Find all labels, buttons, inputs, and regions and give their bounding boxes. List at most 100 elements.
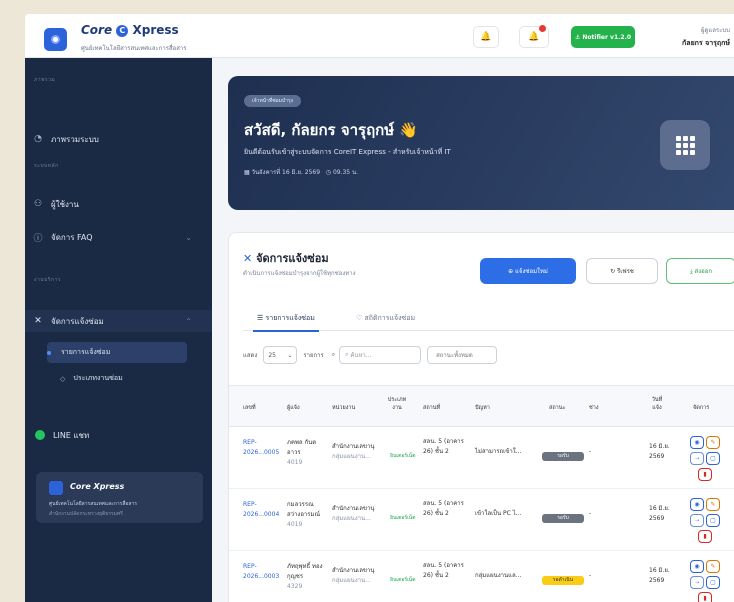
row-dept: สำนักงานเลขานุ กลุ่มแผนงาน...	[332, 505, 375, 522]
row-actions: ◉ ✎ ⇢ ▢ ▮	[689, 558, 721, 602]
tools-icon: ✕	[34, 316, 42, 326]
view-icon[interactable]: ◉	[690, 436, 704, 449]
apps-grid-icon[interactable]	[660, 120, 710, 170]
new-repair-button[interactable]: ⊕ แจ้งซ่อมใหม่	[480, 258, 576, 284]
assign-icon[interactable]: ⇢	[690, 514, 704, 527]
card-subtitle: ดำเนินการแจ้งซ่อมบำรุงจากผู้ใช้ทุกช่องทา…	[243, 270, 356, 277]
table-row[interactable]: REP-2026...0005 ภคพล กันต อาวร 4019 สำนัก…	[229, 427, 734, 489]
notification-bell-icon[interactable]: 🔔	[473, 26, 499, 48]
notifier-button[interactable]: ⚓ Notifier v1.2.0	[571, 26, 635, 48]
search-input[interactable]: ⌕ ค้นหา...	[339, 346, 422, 364]
user-name[interactable]: กัลยกร จารุฤกษ์	[682, 38, 730, 49]
sidebar-item-overview[interactable]: ◔ ภาพรวมระบบ	[25, 128, 212, 150]
table-row[interactable]: REP-2026...0003 ภัทฤพุทธิ์ ทอง กุญชร 4329…	[229, 551, 734, 602]
row-problem: กลุ่มแผนงานแล...	[475, 572, 522, 579]
row-location: สลน. 5 (อาคาร 26) ชั้น 2	[423, 438, 464, 455]
edit-icon[interactable]: ✎	[706, 560, 720, 573]
brand-subtitle: ศูนย์เทคโนโลยีสารสนเทศและการสื่อสาร	[81, 45, 187, 52]
status-filter-select[interactable]: สถานะทั้งหมด	[427, 346, 498, 364]
row-dept: สำนักงานเลขานุ กลุ่มแผนงาน...	[332, 443, 375, 460]
chevron-up-icon: ⌃	[185, 316, 192, 326]
wave-icon: 👋	[399, 121, 419, 139]
row-date: 16 มิ.ย. 2569	[649, 505, 670, 522]
sidebar-subitem-repair-list[interactable]: รายการแจ้งซ่อม	[47, 342, 187, 363]
brand-name: Core C Xpress	[81, 23, 179, 37]
row-actions: ◉ ✎ ⇢ ▢ ▮	[689, 434, 721, 482]
show-label: แสดง	[243, 352, 258, 359]
tag-icon: ◇	[60, 374, 66, 383]
assign-icon[interactable]: ⇢	[690, 452, 704, 465]
print-icon[interactable]: ▢	[706, 576, 720, 589]
col-date[interactable]: วันที่ แจ้ง	[649, 396, 665, 412]
row-date: 16 มิ.ย. 2569	[649, 567, 670, 584]
row-actions: ◉ ✎ ⇢ ▢ ▮	[689, 496, 721, 544]
tools-icon: ✕	[243, 252, 253, 265]
question-icon: ⓘ	[33, 233, 43, 244]
refresh-button[interactable]: ↻ รีเฟรช	[586, 258, 658, 284]
export-button[interactable]: ⤓ ส่งออก	[666, 258, 734, 284]
table-row[interactable]: REP-2026...0004 กมลวรรณ สว่างอารมณ์ 4019 …	[229, 489, 734, 551]
table-header: เลขที่ ผู้แจ้ง หน่วยงาน ประเภท งาน สถานท…	[229, 385, 734, 427]
col-location[interactable]: สถานที่	[423, 404, 440, 412]
sidebar-item-users[interactable]: ⚇ ผู้ใช้งาน	[25, 193, 212, 215]
card-tabs: ☰ รายการแจ้งซ่อม ♡ สถิติการแจ้งซ่อม	[243, 307, 734, 332]
sidebar-item-faq[interactable]: ⓘ จัดการ FAQ ⌄	[25, 226, 212, 248]
app-logo-icon[interactable]	[44, 28, 67, 51]
edit-icon[interactable]: ✎	[706, 436, 720, 449]
search-icon: ⌕	[331, 351, 336, 358]
users-icon: ⚇	[33, 199, 43, 209]
col-problem[interactable]: ปัญหา	[475, 404, 490, 412]
row-id[interactable]: REP-2026...0005	[243, 438, 279, 458]
user-role: ผู้ดูแลระบบ	[700, 27, 730, 34]
sidebar-section-service: งานบริการ	[34, 277, 62, 283]
row-problem: ไม่สามารถเข้าใ...	[475, 448, 522, 455]
view-icon[interactable]: ◉	[690, 498, 704, 511]
delete-icon[interactable]: ▮	[698, 592, 712, 602]
col-type[interactable]: ประเภท งาน	[385, 396, 409, 412]
print-icon[interactable]: ▢	[706, 452, 720, 465]
col-id[interactable]: เลขที่	[243, 404, 256, 412]
col-dept[interactable]: หน่วยงาน	[332, 404, 355, 412]
view-icon[interactable]: ◉	[690, 560, 704, 573]
row-reporter: ภัทฤพุทธิ์ ทอง กุญชร 4329	[287, 563, 323, 590]
chevron-down-icon: ⌄	[185, 232, 192, 242]
page-size-select[interactable]: 25 ⌄	[263, 346, 298, 364]
status-badge: รอรับ	[542, 514, 584, 523]
status-badge: รอดำเนิน	[542, 576, 584, 585]
row-id[interactable]: REP-2026...0004	[243, 500, 279, 520]
row-location: สลน. 5 (อาคาร 26) ชั้น 2	[423, 562, 464, 579]
edit-icon[interactable]: ✎	[706, 498, 720, 511]
sidebar-section-overview: ภาพรวม	[34, 77, 56, 83]
sidebar-subitem-repair-types[interactable]: ◇ ประเภทงานซ่อม	[60, 368, 200, 389]
status-badge: รอรับ	[542, 452, 584, 461]
tab-repair-list[interactable]: ☰ รายการแจ้งซ่อม	[253, 313, 319, 332]
row-tech: -	[589, 510, 592, 517]
tab-repair-stats[interactable]: ♡ สถิติการแจ้งซ่อม	[356, 313, 415, 324]
top-bar: Core C Xpress ศูนย์เทคโนโลยีสารสนเทศและก…	[25, 14, 734, 58]
print-icon[interactable]: ▢	[706, 514, 720, 527]
col-status[interactable]: สถานะ	[549, 404, 566, 412]
sidebar-item-repair[interactable]: ✕ จัดการแจ้งซ่อม ⌃	[25, 310, 212, 332]
row-problem: เข้าใลเป็น PC ไ...	[475, 510, 522, 517]
row-type: อินเตอร์เน็ต	[390, 453, 416, 459]
delete-icon[interactable]: ▮	[698, 468, 712, 481]
alerts-bell-icon[interactable]: 🔔	[519, 25, 549, 48]
card-title: ✕ จัดการแจ้งซ่อม	[243, 252, 329, 265]
sidebar-promo-card: Core Xpress ศูนย์เทคโนโลยีสารสนเทศและการ…	[36, 472, 203, 523]
sidebar-item-line-chat[interactable]: LINE แชท	[25, 424, 212, 446]
repair-management-card: ✕ จัดการแจ้งซ่อม ดำเนินการแจ้งซ่อมบำรุงจ…	[228, 232, 734, 602]
current-datetime: ▦ วันอังคารที่ 16 มิ.ย. 2569 ◷ 09.35 น.	[244, 169, 359, 176]
col-tech[interactable]: ช่าง	[589, 404, 599, 412]
row-location: สลน. 5 (อาคาร 26) ชั้น 2	[423, 500, 464, 517]
promo-line-1: ศูนย์เทคโนโลยีสารสนเทศและการสื่อสาร	[49, 501, 137, 507]
row-id[interactable]: REP-2026...0003	[243, 562, 279, 582]
chevron-down-icon: ⌄	[287, 351, 293, 359]
col-reporter[interactable]: ผู้แจ้ง	[287, 404, 300, 412]
promo-brand: Core Xpress	[70, 482, 125, 491]
assign-icon[interactable]: ⇢	[690, 576, 704, 589]
gauge-icon: ◔	[34, 134, 42, 144]
row-reporter: กมลวรรณ สว่างอารมณ์ 4019	[287, 501, 321, 528]
row-type: อินเตอร์เน็ต	[390, 577, 416, 583]
delete-icon[interactable]: ▮	[698, 530, 712, 543]
line-icon	[35, 430, 45, 440]
